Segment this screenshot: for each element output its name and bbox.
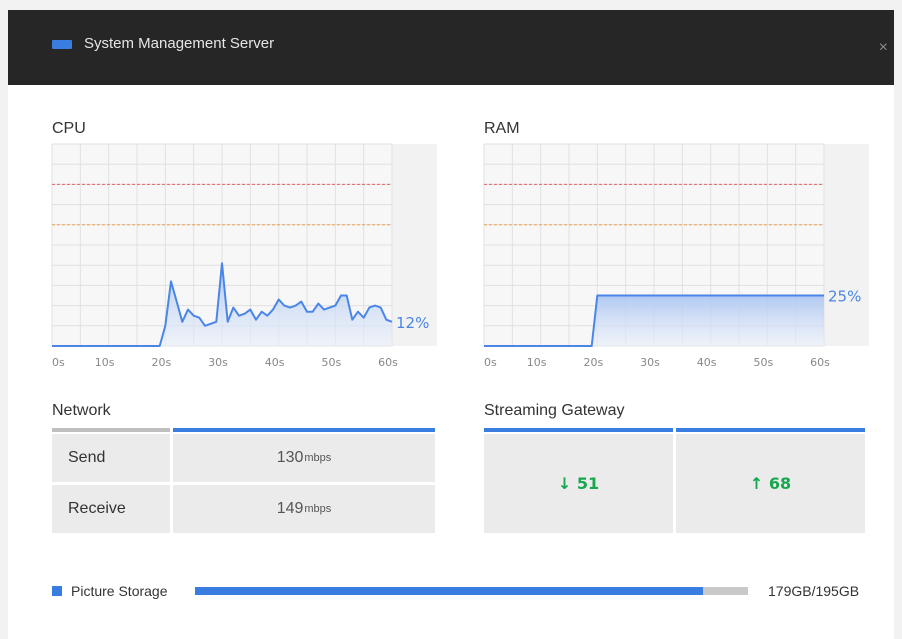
system-management-window: System Management Server × CPU 12% 0s 10s 2… — [8, 10, 894, 639]
storage-progress-bar — [195, 587, 748, 595]
gateway-up-cell: ↑ 68 — [676, 434, 865, 533]
close-button[interactable]: × — [879, 40, 888, 56]
ram-x-tick-label: 0s — [484, 356, 497, 369]
gateway-header-bar-up — [676, 428, 865, 432]
ram-x-tick-label: 20s — [583, 356, 603, 369]
gateway-down-cell: ↓ 51 — [484, 434, 673, 533]
gateway-up-value: ↑ 68 — [749, 474, 792, 493]
gateway-title: Streaming Gateway — [484, 402, 625, 419]
ram-current-value-label: 25% — [828, 288, 861, 306]
cpu-x-tick-label: 0s — [52, 356, 65, 369]
cpu-x-tick-label: 30s — [208, 356, 228, 369]
cpu-x-tick-label: 40s — [265, 356, 285, 369]
storage-progress-fill — [195, 587, 703, 595]
ram-chart: 25% 0s 10s 20s 30s 40s 50s 60s — [483, 143, 869, 369]
send-label-cell: Send — [52, 434, 170, 482]
receive-value: 149 — [276, 500, 304, 517]
ram-title: RAM — [484, 120, 520, 137]
gateway-header-bar-down — [484, 428, 673, 432]
ram-x-tick-label: 50s — [753, 356, 773, 369]
window-title: System Management Server — [84, 35, 275, 52]
network-header-bar-value — [173, 428, 435, 432]
storage-value: 179GB/195GB — [768, 583, 860, 599]
network-header-bar-label — [52, 428, 170, 432]
server-icon — [52, 40, 72, 49]
ram-x-tick-label: 30s — [640, 356, 660, 369]
ram-x-tick-label: 10s — [527, 356, 547, 369]
cpu-x-tick-label: 50s — [321, 356, 341, 369]
cpu-x-tick-label: 60s — [378, 356, 398, 369]
ram-x-tick-label: 60s — [810, 356, 830, 369]
network-title: Network — [52, 402, 111, 419]
storage-icon — [52, 586, 62, 596]
cpu-x-tick-label: 20s — [151, 356, 171, 369]
send-unit: mbps — [304, 452, 332, 464]
receive-unit: mbps — [304, 503, 332, 515]
cpu-current-value-label: 12% — [396, 314, 429, 332]
network-table: Send 130 mbps Receive 149 mbps — [52, 428, 435, 533]
send-value-cell: 130 mbps — [173, 434, 435, 482]
ram-x-tick-label: 40s — [697, 356, 717, 369]
gateway-table: ↓ 51 ↑ 68 — [484, 428, 865, 533]
send-label: Send — [68, 449, 106, 466]
cpu-chart: 12% 0s 10s 20s 30s 40s 50s 60s — [51, 143, 437, 369]
receive-value-cell: 149 mbps — [173, 485, 435, 533]
receive-label-cell: Receive — [52, 485, 170, 533]
cpu-title: CPU — [52, 120, 86, 137]
gateway-down-value: ↓ 51 — [557, 474, 600, 493]
title-bar: System Management Server × — [8, 10, 894, 85]
storage-label: Picture Storage — [71, 583, 168, 599]
receive-label: Receive — [68, 500, 126, 517]
send-value: 130 — [276, 449, 304, 466]
cpu-x-tick-label: 10s — [95, 356, 115, 369]
